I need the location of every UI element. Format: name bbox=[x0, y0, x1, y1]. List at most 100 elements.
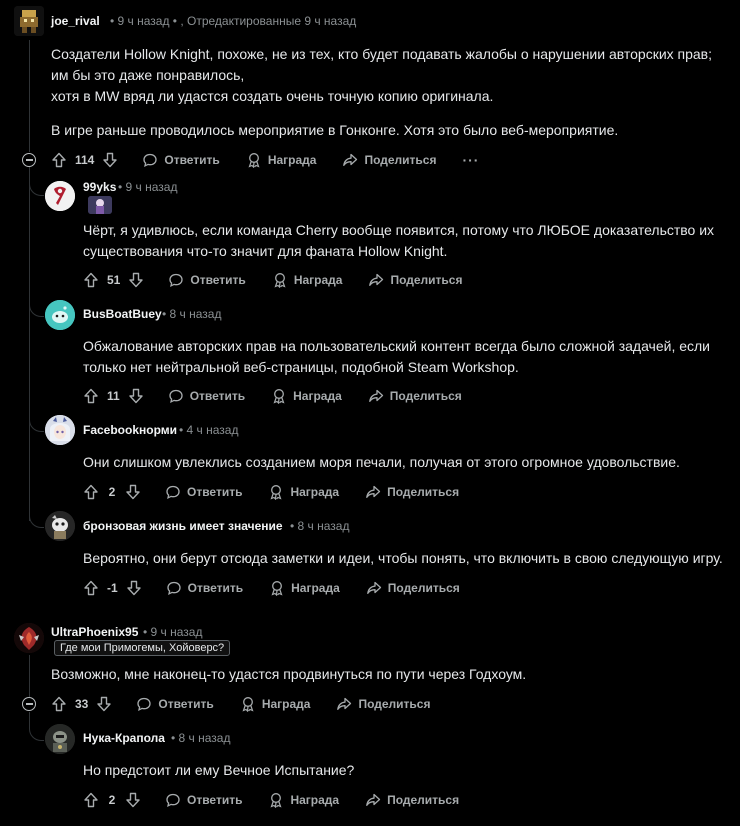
reply-button[interactable]: Ответить bbox=[165, 484, 242, 500]
avatar[interactable] bbox=[14, 623, 44, 653]
comment-text-line: существования что-то значит для фаната H… bbox=[83, 243, 448, 259]
award-label: Награда bbox=[293, 389, 342, 403]
downvote-icon[interactable] bbox=[125, 792, 141, 808]
reply-label: Ответить bbox=[190, 273, 246, 287]
share-button[interactable]: Поделиться bbox=[365, 484, 459, 500]
share-button[interactable]: Поделиться bbox=[365, 792, 459, 808]
downvote-icon[interactable] bbox=[125, 484, 141, 500]
award-button[interactable]: Награда bbox=[271, 388, 342, 404]
comment-text-line: Они слишком увлеклись созданием моря печ… bbox=[83, 454, 680, 470]
snoo-avatar-icon bbox=[45, 300, 75, 330]
upvote-icon[interactable] bbox=[83, 580, 99, 596]
reply-icon bbox=[143, 153, 158, 167]
reply-button[interactable]: Ответить bbox=[168, 272, 246, 288]
username[interactable]: UltraPhoenix95 bbox=[51, 625, 138, 639]
username[interactable]: BusBoatBuey bbox=[83, 307, 162, 321]
avatar[interactable] bbox=[45, 415, 75, 445]
username[interactable]: бронзовая жизнь имеет значение bbox=[83, 519, 283, 533]
reply-label: Ответить bbox=[158, 697, 214, 711]
robot-avatar-icon bbox=[45, 724, 75, 754]
reply-button[interactable]: Ответить bbox=[165, 792, 242, 808]
reply-icon bbox=[167, 581, 181, 595]
share-icon bbox=[366, 581, 381, 594]
share-button[interactable]: Поделиться bbox=[368, 388, 462, 404]
avatar[interactable] bbox=[45, 300, 75, 330]
share-button[interactable]: Поделиться bbox=[336, 696, 430, 712]
user-flair: Где мои Примогемы, Хойоверс? bbox=[54, 640, 231, 656]
reply-button[interactable]: Ответить bbox=[136, 696, 214, 712]
comment-text-line: им бы это даже понравилось, bbox=[51, 67, 245, 83]
thread-line-main-2 bbox=[29, 655, 30, 697]
share-button[interactable]: Поделиться bbox=[342, 152, 436, 168]
collapse-thread-button[interactable] bbox=[22, 153, 36, 167]
reply-label: Ответить bbox=[187, 793, 243, 807]
upvote-icon[interactable] bbox=[83, 388, 99, 404]
comment-actions: 114 Ответить Награда Поделиться ··· bbox=[51, 148, 505, 172]
comment-text-line: Создатели Hollow Knight, похоже, не из т… bbox=[51, 46, 713, 62]
vote-count: 11 bbox=[107, 389, 120, 403]
share-icon bbox=[368, 389, 383, 402]
upvote-icon[interactable] bbox=[83, 484, 99, 500]
avatar[interactable] bbox=[45, 511, 75, 541]
award-label: Награда bbox=[261, 697, 311, 711]
upvote-icon[interactable] bbox=[83, 272, 99, 288]
share-icon bbox=[337, 697, 352, 710]
reply-button[interactable]: Ответить bbox=[168, 388, 245, 404]
vote-controls: 51 bbox=[83, 272, 144, 288]
avatar[interactable] bbox=[45, 724, 75, 754]
share-icon bbox=[343, 153, 358, 166]
award-button[interactable]: Награда bbox=[269, 580, 340, 596]
vote-count: -1 bbox=[107, 581, 118, 595]
award-icon bbox=[271, 581, 283, 596]
award-button[interactable]: Награда bbox=[268, 792, 339, 808]
share-label: Поделиться bbox=[387, 581, 460, 595]
collapse-thread-button[interactable] bbox=[22, 697, 36, 711]
award-button[interactable]: Награда bbox=[272, 272, 343, 288]
downvote-icon[interactable] bbox=[102, 152, 118, 168]
award-button[interactable]: Награда bbox=[246, 152, 316, 168]
vote-controls: 11 bbox=[83, 388, 144, 404]
share-label: Поделиться bbox=[389, 389, 462, 403]
award-button[interactable]: Награда bbox=[240, 696, 311, 712]
username[interactable]: 99yks bbox=[83, 180, 116, 194]
thread-elbow bbox=[29, 403, 44, 432]
award-button[interactable]: Награда bbox=[268, 484, 339, 500]
upvote-icon[interactable] bbox=[51, 696, 67, 712]
thread-elbow bbox=[29, 288, 44, 317]
downvote-icon[interactable] bbox=[128, 388, 144, 404]
downvote-icon[interactable] bbox=[96, 696, 112, 712]
comment-actions: -1 Ответить Награда Поделиться bbox=[83, 576, 486, 600]
thread-elbow bbox=[29, 499, 44, 528]
upvote-icon[interactable] bbox=[83, 792, 99, 808]
share-button[interactable]: Поделиться bbox=[366, 580, 460, 596]
share-label: Поделиться bbox=[387, 793, 460, 807]
avatar[interactable] bbox=[45, 181, 75, 211]
vote-count: 114 bbox=[75, 153, 95, 167]
comment-meta: • 9 ч назад bbox=[143, 625, 203, 639]
vote-controls: 2 bbox=[83, 792, 141, 808]
reply-button[interactable]: Ответить bbox=[142, 152, 220, 168]
anime-avatar-icon bbox=[45, 415, 75, 445]
share-button[interactable]: Поделиться bbox=[368, 272, 462, 288]
comment-actions: 2 Ответить Награда Поделиться bbox=[83, 480, 485, 504]
username[interactable]: Facebookнорми bbox=[83, 423, 177, 437]
upvote-icon[interactable] bbox=[51, 152, 67, 168]
more-options-button[interactable]: ··· bbox=[462, 152, 479, 168]
reply-button[interactable]: Ответить bbox=[166, 580, 243, 596]
username[interactable]: Нука-Крапола bbox=[83, 731, 165, 745]
award-label: Награда bbox=[293, 273, 343, 287]
thread-line-main bbox=[29, 40, 30, 152]
character-icon bbox=[88, 196, 112, 214]
comment-meta: • 8 ч назад bbox=[162, 307, 222, 321]
downvote-icon[interactable] bbox=[128, 272, 144, 288]
award-icon bbox=[248, 153, 260, 168]
award-icon bbox=[242, 697, 254, 712]
downvote-icon[interactable] bbox=[126, 580, 142, 596]
comment-actions: 2 Ответить Награда Поделиться bbox=[83, 788, 485, 812]
username[interactable]: joe_rival bbox=[51, 14, 100, 28]
share-icon bbox=[369, 273, 384, 286]
reply-label: Ответить bbox=[189, 389, 246, 403]
reply-label: Ответить bbox=[164, 153, 220, 167]
avatar[interactable] bbox=[14, 6, 44, 36]
award-label: Награда bbox=[290, 485, 340, 499]
